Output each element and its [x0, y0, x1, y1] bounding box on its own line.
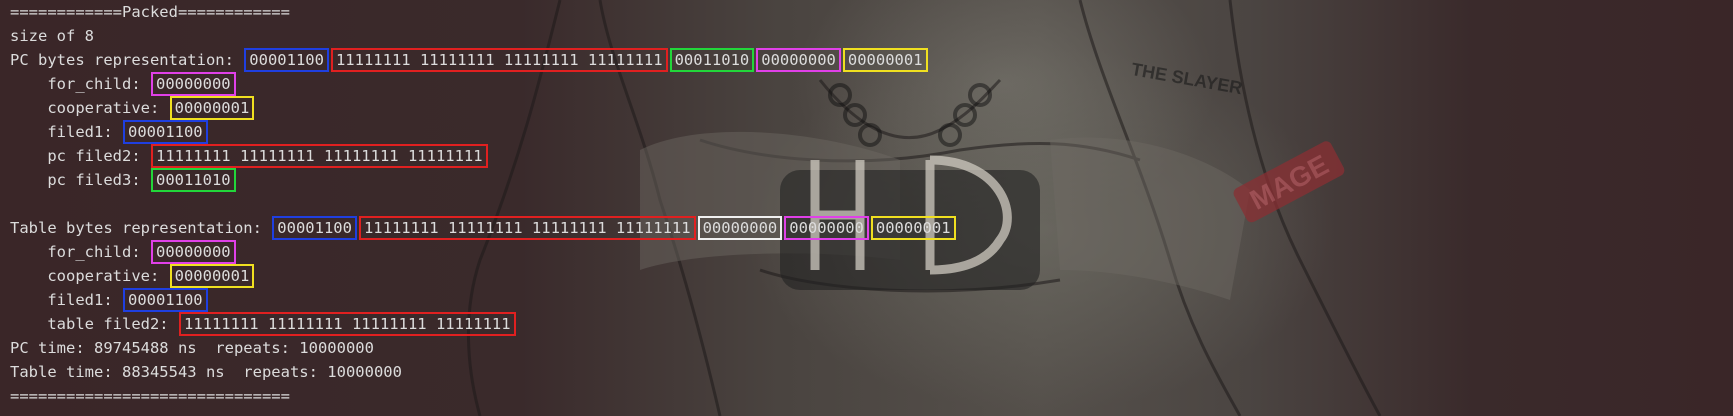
- pc-filed3-value: 00011010: [150, 168, 236, 192]
- pc-filed1-label: filed1:: [10, 123, 122, 141]
- pc-byte-field3: 00011010: [669, 48, 755, 72]
- table-time-line: Table time: 88345543 ns repeats: 1000000…: [10, 363, 402, 381]
- pc-bytes-line: PC bytes representation: 00001100 1111111…: [10, 48, 957, 72]
- table-filed2-value: 11111111 11111111 11111111 11111111: [178, 312, 516, 336]
- pc-for-child-line: for_child: 00000000: [10, 72, 957, 96]
- table-for-child-value: 00000000: [150, 240, 236, 264]
- table-cooperative-line: cooperative: 00000001: [10, 264, 957, 288]
- size-line: size of 8: [10, 27, 94, 45]
- output-footer: ==============================: [10, 387, 290, 405]
- output-header: ============Packed============: [10, 3, 290, 21]
- pc-cooperative-line: cooperative: 00000001: [10, 96, 957, 120]
- table-for-child-line: for_child: 00000000: [10, 240, 957, 264]
- pc-filed3-line: pc filed3: 00011010: [10, 168, 957, 192]
- pc-cooperative-label: cooperative:: [10, 99, 169, 117]
- pc-filed2-line: pc filed2: 11111111 11111111 11111111 11…: [10, 144, 957, 168]
- table-byte-padding: 00000000: [697, 216, 783, 240]
- pc-cooperative-value: 00000001: [169, 96, 255, 120]
- table-cooperative-value: 00000001: [169, 264, 255, 288]
- table-bytes-label: Table bytes representation:: [10, 219, 272, 237]
- table-for-child-label: for_child:: [10, 243, 150, 261]
- pc-bytes-label: PC bytes representation:: [10, 51, 244, 69]
- table-filed1-label: filed1:: [10, 291, 122, 309]
- pc-filed2-value: 11111111 11111111 11111111 11111111: [150, 144, 488, 168]
- table-byte-cooperative: 00000001: [870, 216, 956, 240]
- pc-filed3-label: pc filed3:: [10, 171, 150, 189]
- table-filed1-line: filed1: 00001100: [10, 288, 957, 312]
- pc-for-child-value: 00000000: [150, 72, 236, 96]
- pc-for-child-label: for_child:: [10, 75, 150, 93]
- pc-filed1-line: filed1: 00001100: [10, 120, 957, 144]
- pc-byte-for-child: 00000000: [756, 48, 841, 72]
- table-filed1-value: 00001100: [122, 288, 208, 312]
- pc-filed1-value: 00001100: [122, 120, 208, 144]
- table-byte-field1: 00001100: [272, 216, 357, 240]
- table-byte-for-child: 00000000: [784, 216, 869, 240]
- table-cooperative-label: cooperative:: [10, 267, 169, 285]
- pc-byte-field1: 00001100: [244, 48, 329, 72]
- pc-time-line: PC time: 89745488 ns repeats: 10000000: [10, 339, 374, 357]
- pc-bytes-field2: 11111111 11111111 11111111 11111111: [330, 48, 668, 72]
- pc-filed2-label: pc filed2:: [10, 147, 150, 165]
- table-filed2-label: table filed2:: [10, 315, 178, 333]
- pc-byte-cooperative: 00000001: [842, 48, 928, 72]
- table-bytes-field2: 11111111 11111111 11111111 11111111: [358, 216, 696, 240]
- terminal-output: ============Packed============ size of 8…: [10, 0, 957, 408]
- table-filed2-line: table filed2: 11111111 11111111 11111111…: [10, 312, 957, 336]
- table-bytes-line: Table bytes representation: 00001100 1111…: [10, 216, 957, 240]
